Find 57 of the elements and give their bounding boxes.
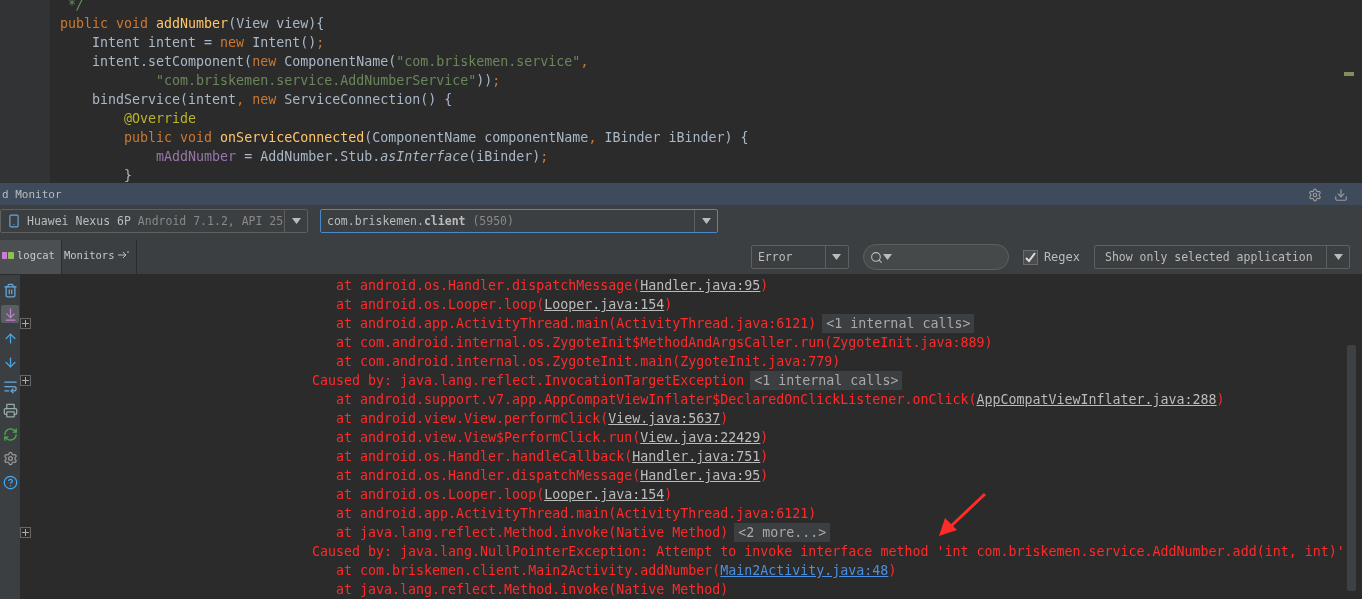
expand-icon[interactable] [20,527,31,538]
expand-icon[interactable] [20,375,31,386]
caret-icon [1333,254,1343,260]
filter-dropdown[interactable]: Show only selected application [1094,245,1350,269]
code-line: mAddNumber = AddNumber.Stub.asInterface(iBinder); [155,148,550,166]
log-line: at android.os.Looper.loop(Looper.java:154) [335,296,674,314]
scrollbar[interactable] [1347,345,1356,591]
regex-label: Regex [1043,250,1080,264]
log-line: at android.os.Handler.dispatchMessage(Handler.java:95) [335,467,770,485]
printer-icon[interactable] [1,401,19,419]
pin-arrow-icon [117,251,130,259]
search-field[interactable] [862,244,1009,270]
log-line: at android.support.v7.app.AppCompatViewInflater$DeclaredOnClickListener.onClick(AppCompatViewInflater.java:288) [335,391,1226,409]
log-line: at com.android.internal.os.ZygoteInit.main(ZygoteInit.java:779) [335,353,842,371]
log-line: at android.os.Looper.loop(Looper.java:154) [335,486,674,504]
code-line: bindService(intent, new ServiceConnection() { [91,91,454,109]
code-line: public void onServiceConnected(ComponentName componentName, IBinder iBinder) { [123,129,750,147]
code-line: "com.briskemen.service.AddNumberService")); [155,72,502,90]
log-line: at com.android.internal.os.ZygoteInit$MethodAndArgsCaller.run(ZygoteInit.java:889) [335,334,994,352]
scroll-marker [1344,72,1354,76]
log-line: at com.briskemen.client.Main2Activity.addNumber(Main2Activity.java:48) [335,562,898,580]
regex-checkbox[interactable] [1022,249,1038,265]
log-line: at android.view.View$PerformClick.run(View.java:22429) [335,429,770,447]
settings-icon[interactable] [1,449,19,467]
help-icon[interactable] [1,473,19,491]
device-dropdown[interactable]: Huawei Nexus 6P Android 7.1.2, API 25 [0,209,308,233]
level-dropdown[interactable]: Error [750,245,849,269]
code-line: public void addNumber(View view){ [60,15,326,33]
caret-icon [882,254,892,260]
log-line: at android.os.Handler.dispatchMessage(Handler.java:95) [335,277,770,295]
caret-icon [291,218,301,224]
process-dropdown[interactable]: com.briskemen.client (5950) [320,209,718,233]
log-line: Caused by: java.lang.NullPointerException: Attempt to invoke interface method 'int com.briskemen.service.AddNumber.add(int, int)' [311,543,1346,561]
log-line: at java.lang.reflect.Method.invoke(Native Method) [335,581,730,599]
log-line: at android.os.Handler.handleCallback(Handler.java:751) [335,448,770,466]
trash-icon[interactable] [1,281,19,299]
panel-title: d Monitor [2,188,62,201]
code-line: @Override [123,110,198,128]
restart-icon[interactable] [1,425,19,443]
tab[interactable]: logcat [0,240,62,274]
code-line: Intent intent = new Intent(); [91,34,326,52]
code-line: intent.setComponent(new ComponentName("com.briskemen.service", [91,53,590,71]
log-line: Caused by: java.lang.reflect.InvocationTargetException <1 internal calls> [20,371,1362,390]
log-line: at android.app.ActivityThread.main(ActivityThread.java:6121) [335,505,818,523]
tab[interactable]: Monitors [61,240,137,274]
caret-icon [701,218,711,224]
expand-icon[interactable] [20,318,31,329]
log-line: at android.app.ActivityThread.main(ActivityThread.java:6121) <1 internal calls> [20,314,1362,333]
code-line: } [123,167,134,183]
search-icon [869,250,883,264]
phone-icon [7,214,21,228]
arrow-drawing [937,492,987,538]
download-icon[interactable] [1334,187,1348,202]
settings-icon[interactable] [1308,187,1322,202]
log-line: at android.view.View.performClick(View.java:5637) [335,410,730,428]
log-line: at java.lang.reflect.Method.invoke(Native Method) <2 more...> [20,523,1362,542]
caret-icon [832,254,842,260]
